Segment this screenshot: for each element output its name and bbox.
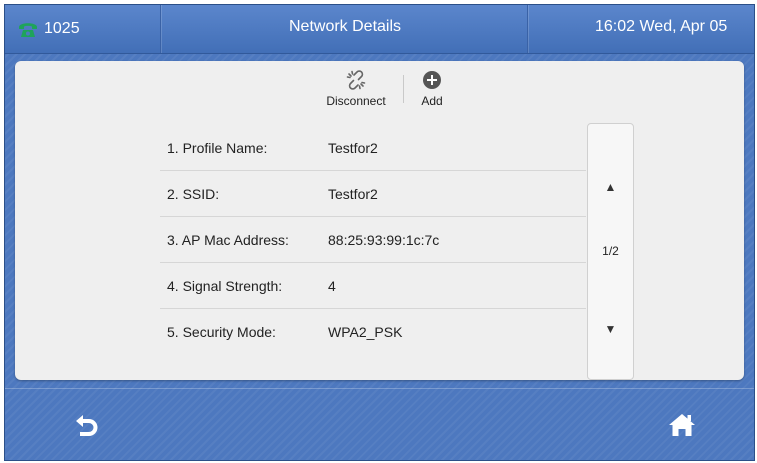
detail-value: Testfor2 bbox=[328, 140, 378, 156]
detail-value: 88:25:93:99:1c:7c bbox=[328, 232, 440, 248]
add-label: Add bbox=[421, 94, 443, 108]
detail-row[interactable]: 3. AP Mac Address: 88:25:93:99:1c:7c bbox=[160, 217, 586, 263]
detail-row[interactable]: 4. Signal Strength: 4 bbox=[160, 263, 586, 309]
detail-label: 3. AP Mac Address: bbox=[167, 232, 289, 248]
page-up-button[interactable]: ▲ bbox=[588, 172, 633, 202]
clock: 16:02 Wed, Apr 05 bbox=[595, 18, 728, 35]
detail-row[interactable]: 2. SSID: Testfor2 bbox=[160, 171, 586, 217]
disconnect-label: Disconnect bbox=[326, 94, 386, 108]
network-details-panel: Disconnect Add 1. Profile Name: Testfor2… bbox=[15, 61, 744, 380]
page-down-button[interactable]: ▼ bbox=[588, 314, 633, 344]
detail-row[interactable]: 1. Profile Name: Testfor2 bbox=[160, 125, 586, 171]
detail-label: 2. SSID: bbox=[167, 186, 220, 202]
account-indicator[interactable]: 1025 bbox=[17, 17, 80, 41]
detail-label: 5. Security Mode: bbox=[167, 324, 276, 340]
plus-circle-icon bbox=[423, 71, 441, 89]
disconnect-button[interactable]: Disconnect bbox=[324, 69, 388, 108]
status-divider bbox=[527, 5, 528, 53]
home-button[interactable] bbox=[652, 403, 712, 447]
phone-handset-icon bbox=[17, 18, 39, 40]
extension-number: 1025 bbox=[44, 20, 80, 37]
back-button[interactable] bbox=[57, 403, 117, 447]
detail-label: 1. Profile Name: bbox=[167, 140, 268, 156]
status-bar-border bbox=[5, 53, 754, 54]
detail-value: WPA2_PSK bbox=[328, 324, 403, 340]
page-indicator: 1/2 bbox=[602, 244, 619, 258]
detail-value: 4 bbox=[328, 278, 336, 294]
home-icon bbox=[669, 414, 695, 436]
softkey-bar-divider bbox=[5, 388, 754, 389]
detail-value: Testfor2 bbox=[328, 186, 378, 202]
page-title: Network Details bbox=[288, 18, 402, 35]
phone-screen: 1025 Network Details 16:02 Wed, Apr 05 D… bbox=[4, 4, 755, 461]
detail-row[interactable]: 5. Security Mode: WPA2_PSK bbox=[160, 309, 586, 354]
status-bar: 1025 Network Details 16:02 Wed, Apr 05 bbox=[5, 5, 754, 53]
broken-link-icon bbox=[346, 70, 366, 90]
page-scroller: ▲ 1/2 ▼ bbox=[587, 123, 634, 380]
back-arrow-icon bbox=[76, 415, 98, 436]
add-button[interactable]: Add bbox=[400, 69, 464, 108]
detail-label: 4. Signal Strength: bbox=[167, 278, 283, 294]
